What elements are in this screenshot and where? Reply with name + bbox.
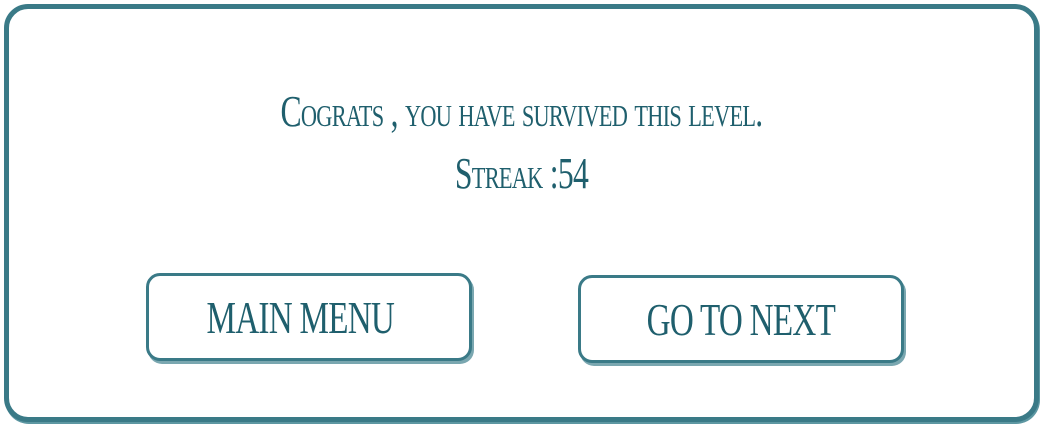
go-to-next-button[interactable]: GO TO NEXT (578, 275, 904, 363)
main-menu-button[interactable]: MAIN MENU (146, 273, 472, 361)
survived-message: Cograts , you have survived this level. (280, 87, 763, 136)
streak-text: Streak :54 (454, 149, 589, 198)
go-to-next-label: GO TO NEXT (646, 293, 836, 345)
dialog-message: Cograts , you have survived this level. … (153, 81, 891, 205)
main-menu-label: MAIN MENU (206, 291, 394, 343)
level-complete-dialog: Cograts , you have survived this level. … (4, 4, 1039, 422)
